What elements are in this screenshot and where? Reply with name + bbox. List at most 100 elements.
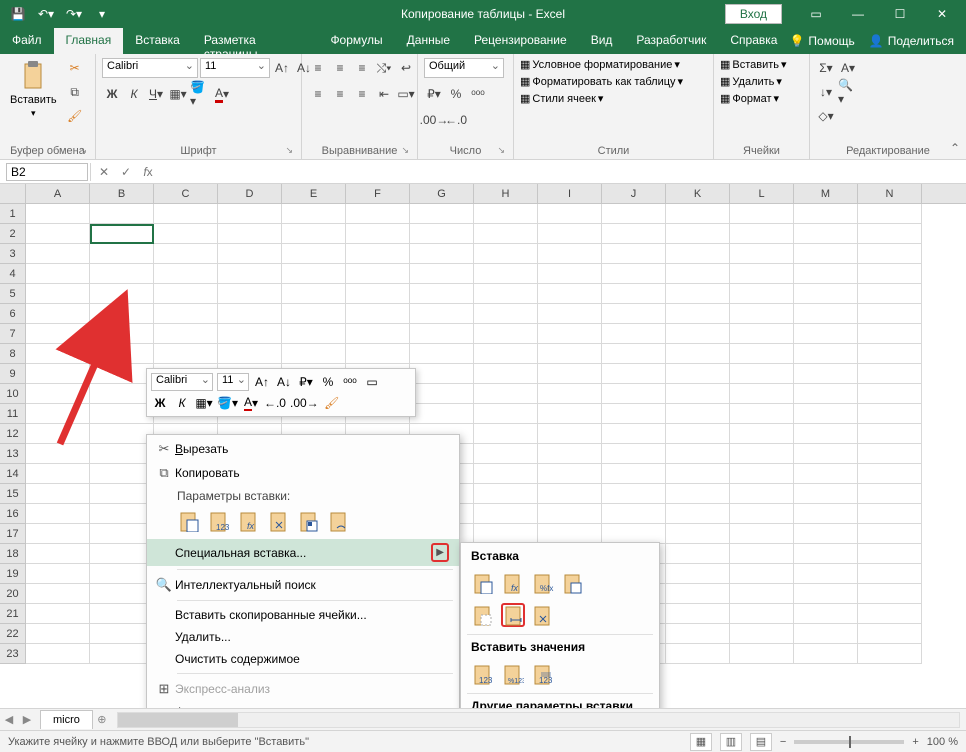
cell-N4[interactable] <box>858 264 922 284</box>
cell-E8[interactable] <box>282 344 346 364</box>
cell-L2[interactable] <box>730 224 794 244</box>
cell-L4[interactable] <box>730 264 794 284</box>
cell-L12[interactable] <box>730 424 794 444</box>
italic-button[interactable]: К <box>124 84 144 104</box>
cell-L6[interactable] <box>730 304 794 324</box>
cell-F7[interactable] <box>346 324 410 344</box>
cell-J13[interactable] <box>602 444 666 464</box>
sub-paste-column-widths-icon[interactable] <box>501 603 525 627</box>
cell-D7[interactable] <box>218 324 282 344</box>
cell-B23[interactable] <box>90 644 154 664</box>
row-header-16[interactable]: 16 <box>0 504 25 524</box>
cell-N2[interactable] <box>858 224 922 244</box>
cell-L15[interactable] <box>730 484 794 504</box>
cell-F3[interactable] <box>346 244 410 264</box>
mini-percent-icon[interactable]: % <box>319 373 337 391</box>
cell-A20[interactable] <box>26 584 90 604</box>
sub-paste-all-icon[interactable] <box>471 571 495 595</box>
col-header-A[interactable]: A <box>26 184 90 203</box>
cell-M3[interactable] <box>794 244 858 264</box>
cell-B11[interactable] <box>90 404 154 424</box>
clipboard-dialog-launcher[interactable]: ↘ <box>79 145 87 156</box>
cell-C8[interactable] <box>154 344 218 364</box>
cell-M23[interactable] <box>794 644 858 664</box>
mini-format-painter-icon[interactable]: 🖌 <box>323 394 341 412</box>
cell-N9[interactable] <box>858 364 922 384</box>
cell-A5[interactable] <box>26 284 90 304</box>
cell-K12[interactable] <box>666 424 730 444</box>
format-as-table-button[interactable]: ▦ Форматировать как таблицу ▾ <box>520 75 683 88</box>
col-header-B[interactable]: B <box>90 184 154 203</box>
cell-N20[interactable] <box>858 584 922 604</box>
cell-A9[interactable] <box>26 364 90 384</box>
cell-J10[interactable] <box>602 384 666 404</box>
cell-I6[interactable] <box>538 304 602 324</box>
cell-K15[interactable] <box>666 484 730 504</box>
align-top-icon[interactable]: ≡ <box>308 58 328 78</box>
format-cells-button[interactable]: ▦ Формат ▾ <box>720 92 779 105</box>
accounting-format-icon[interactable]: ₽▾ <box>424 84 444 104</box>
maximize-button[interactable]: ☐ <box>880 0 920 28</box>
mini-decrease-font-icon[interactable]: A↓ <box>275 373 293 391</box>
cell-M4[interactable] <box>794 264 858 284</box>
increase-font-icon[interactable]: A↑ <box>272 58 292 78</box>
cell-styles-button[interactable]: ▦ Стили ячеек ▾ <box>520 92 603 105</box>
tab-review[interactable]: Рецензирование <box>462 28 579 54</box>
tab-page-layout[interactable]: Разметка страницы <box>192 28 319 54</box>
cell-M21[interactable] <box>794 604 858 624</box>
decrease-decimal-icon[interactable]: ←.0 <box>446 110 466 130</box>
cell-G1[interactable] <box>410 204 474 224</box>
cell-H5[interactable] <box>474 284 538 304</box>
cell-N7[interactable] <box>858 324 922 344</box>
cell-H17[interactable] <box>474 524 538 544</box>
sheet-tab-1[interactable]: micro <box>40 710 93 729</box>
sub-values-number-format-icon[interactable]: %123 <box>501 662 525 686</box>
mini-font-color-icon[interactable]: A▾ <box>242 394 260 412</box>
cell-D4[interactable] <box>218 264 282 284</box>
cell-E7[interactable] <box>282 324 346 344</box>
save-icon[interactable]: 💾 <box>6 2 30 26</box>
cell-N15[interactable] <box>858 484 922 504</box>
col-header-E[interactable]: E <box>282 184 346 203</box>
col-header-L[interactable]: L <box>730 184 794 203</box>
cell-B16[interactable] <box>90 504 154 524</box>
row-header-15[interactable]: 15 <box>0 484 25 504</box>
cell-I2[interactable] <box>538 224 602 244</box>
cell-N1[interactable] <box>858 204 922 224</box>
cell-L19[interactable] <box>730 564 794 584</box>
sub-paste-no-borders-icon[interactable] <box>471 603 495 627</box>
cell-N13[interactable] <box>858 444 922 464</box>
cell-F8[interactable] <box>346 344 410 364</box>
cell-D1[interactable] <box>218 204 282 224</box>
cell-J5[interactable] <box>602 284 666 304</box>
cell-H14[interactable] <box>474 464 538 484</box>
cell-M16[interactable] <box>794 504 858 524</box>
ctx-copy[interactable]: ⧉Копировать <box>147 461 459 485</box>
zoom-slider[interactable] <box>794 740 904 744</box>
cell-M14[interactable] <box>794 464 858 484</box>
cell-A14[interactable] <box>26 464 90 484</box>
cell-J15[interactable] <box>602 484 666 504</box>
cell-B13[interactable] <box>90 444 154 464</box>
cell-A7[interactable] <box>26 324 90 344</box>
cell-E4[interactable] <box>282 264 346 284</box>
row-header-13[interactable]: 13 <box>0 444 25 464</box>
zoom-out-button[interactable]: − <box>780 736 786 748</box>
cell-J8[interactable] <box>602 344 666 364</box>
cell-N10[interactable] <box>858 384 922 404</box>
cell-A19[interactable] <box>26 564 90 584</box>
cell-H13[interactable] <box>474 444 538 464</box>
cell-H8[interactable] <box>474 344 538 364</box>
col-header-M[interactable]: M <box>794 184 858 203</box>
cell-L3[interactable] <box>730 244 794 264</box>
underline-button[interactable]: Ч▾ <box>146 84 166 104</box>
cell-B15[interactable] <box>90 484 154 504</box>
col-header-N[interactable]: N <box>858 184 922 203</box>
cell-E1[interactable] <box>282 204 346 224</box>
cell-L18[interactable] <box>730 544 794 564</box>
collapse-ribbon-icon[interactable]: ⌃ <box>950 141 960 155</box>
mini-bold-button[interactable]: Ж <box>151 394 169 412</box>
row-header-10[interactable]: 10 <box>0 384 25 404</box>
cell-B10[interactable] <box>90 384 154 404</box>
cell-J4[interactable] <box>602 264 666 284</box>
